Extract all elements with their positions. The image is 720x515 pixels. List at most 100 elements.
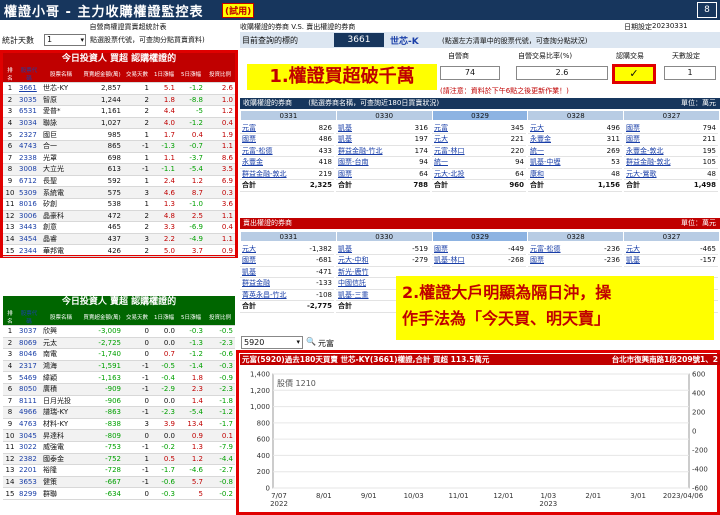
broker-search-input[interactable]: 5920 ▾ <box>241 336 303 349</box>
date-tab[interactable]: 0327 <box>623 231 720 242</box>
buy-row[interactable]: 8 3008 大立光 613 -1 -1.1 -5.4 3.5 <box>3 163 235 176</box>
sell-row[interactable]: 2 8069 元太 -2,725 0 0.0 -1.3 -2.3 <box>3 337 235 350</box>
stock-code-link[interactable]: 3454 <box>17 233 41 246</box>
broker-link[interactable]: 凱基 <box>336 133 404 146</box>
stock-code-link[interactable]: 5469 <box>17 371 41 384</box>
sell-row[interactable]: 4 2317 鴻海 -1,591 -1 -0.5 -1.4 -0.3 <box>3 360 235 373</box>
date-tab[interactable]: 0330 <box>335 110 433 121</box>
stock-code-link[interactable]: 8016 <box>17 198 41 211</box>
buy-row[interactable]: 3 6531 愛普* 1,161 2 4.4 -5 1.2 <box>3 105 235 118</box>
stock-code-link[interactable]: 2338 <box>17 152 41 165</box>
date-tab[interactable]: 0329 <box>431 110 529 121</box>
broker-link[interactable]: 群益金融-敦北 <box>240 168 302 180</box>
stock-code-link[interactable]: 2317 <box>17 360 41 373</box>
broker-link[interactable]: 凱基 <box>336 243 396 255</box>
broker-link[interactable]: 元大 <box>432 133 494 146</box>
stock-code-link[interactable]: 2327 <box>17 128 41 141</box>
buy-row[interactable]: 11 8016 矽創 538 1 1.3 -1.0 3.6 <box>3 198 235 211</box>
stock-code-link[interactable]: 2382 <box>17 453 41 466</box>
stock-code-link[interactable]: 6712 <box>17 175 41 188</box>
stock-code[interactable]: 3661 <box>334 33 384 47</box>
sell-row[interactable]: 13 2201 裕隆 -728 -1 -1.7 -4.6 -2.7 <box>3 464 235 477</box>
broker-link[interactable]: 元大 <box>624 243 669 255</box>
date-tab[interactable]: 0331 <box>240 231 337 242</box>
broker-link[interactable]: 元富 <box>240 122 302 134</box>
broker-link[interactable]: 凱基-三重 <box>336 289 396 301</box>
broker-link[interactable]: 元大-北投 <box>432 168 494 180</box>
buy-row[interactable]: 6 4743 合一 865 -1 -1.3 -0.7 1.1 <box>3 140 235 153</box>
broker-link[interactable]: 凱基 <box>336 122 404 134</box>
buy-row[interactable]: 15 2344 華邦電 426 2 5.0 3.7 0.9 <box>3 244 235 257</box>
broker-link[interactable]: 凱基 <box>624 254 669 267</box>
sell-row[interactable]: 10 3045 昇達科 -809 0 0.0 0.9 0.1 <box>3 429 235 442</box>
broker-link[interactable]: 國票 <box>240 254 299 267</box>
broker-link[interactable]: 凱基 <box>240 266 299 278</box>
buy-row[interactable]: 14 3454 晶睿 437 3 2.2 -4.9 1.1 <box>3 233 235 246</box>
stock-code-link[interactable]: 3008 <box>17 163 41 176</box>
date-tab[interactable]: 0327 <box>623 110 720 121</box>
broker-link[interactable]: 國票 <box>432 243 492 255</box>
sell-row[interactable]: 5 5469 緯穎 -1,163 -1 -0.4 1.8 -0.9 <box>3 371 235 384</box>
sell-row[interactable]: 8 4966 譜瑞-KY -863 -1 -2.3 -5.4 -1.2 <box>3 406 235 419</box>
buy-row[interactable]: 1 3661 世芯-KY 2,857 1 5.1 -1.2 2.6 <box>3 82 235 95</box>
sell-row[interactable]: 12 2382 國泰金 -752 1 0.5 1.2 -4.4 <box>3 453 235 466</box>
broker-link[interactable]: 統一 <box>432 156 494 169</box>
call-checkbox[interactable]: ✓ <box>612 64 656 84</box>
broker-link[interactable]: 新光-鹿竹 <box>336 266 396 278</box>
sell-row[interactable]: 15 8299 群聯 -634 0 -0.3 5 -0.2 <box>3 487 235 500</box>
buy-row[interactable]: 4 3034 聯詠 1,027 2 4.0 -1.2 0.4 <box>3 117 235 130</box>
broker-link[interactable]: 國票 <box>624 133 686 146</box>
stock-code-link[interactable]: 4966 <box>17 406 41 419</box>
broker-link[interactable]: 中國信託 <box>336 277 396 290</box>
date-tab[interactable]: 0330 <box>335 231 433 242</box>
stock-code-link[interactable]: 5309 <box>17 186 41 199</box>
broker-link[interactable]: 國票 <box>624 122 686 134</box>
stock-code-link[interactable]: 2344 <box>17 244 41 257</box>
stock-code-link[interactable]: 6531 <box>17 105 41 118</box>
sell-row[interactable]: 9 4763 材料-KY -838 3 3.9 13.4 -1.7 <box>3 418 235 431</box>
broker-link[interactable]: 元大 <box>528 122 582 134</box>
date-tab[interactable]: 0328 <box>527 231 625 242</box>
stock-code-link[interactable]: 4743 <box>17 140 41 153</box>
stock-code-link[interactable]: 8111 <box>17 395 41 408</box>
broker-link[interactable]: 永豐金 <box>240 156 302 169</box>
broker-link[interactable]: 統一 <box>528 145 582 157</box>
broker-link[interactable]: 元富-松德 <box>528 243 588 255</box>
date-tab[interactable]: 0329 <box>431 231 529 242</box>
broker-link[interactable]: 永豐金 <box>528 133 582 146</box>
stock-code-link[interactable]: 3037 <box>17 325 41 338</box>
broker-link[interactable]: 元大-鶯歌 <box>624 168 686 180</box>
stock-code-link[interactable]: 3661 <box>17 82 41 95</box>
broker-link[interactable]: 凱基-中壢 <box>528 156 582 169</box>
search-icon[interactable]: 🔍 <box>306 337 316 346</box>
buy-row[interactable]: 2 3035 智原 1,244 2 1.8 -8.8 1.0 <box>3 94 235 107</box>
broker-link[interactable]: 菁英永昌-竹北 <box>240 289 299 301</box>
stock-code-link[interactable]: 3006 <box>17 210 41 223</box>
buy-row[interactable]: 9 6712 長聖 592 1 2.4 1.2 6.9 <box>3 175 235 188</box>
stock-code-link[interactable]: 8069 <box>17 337 41 350</box>
date-value[interactable]: 20230331 <box>652 22 688 30</box>
broker-link[interactable]: 國票 <box>528 254 588 267</box>
stock-code-link[interactable]: 3035 <box>17 94 41 107</box>
stock-code-link[interactable]: 3443 <box>17 221 41 234</box>
broker-link[interactable]: 永豐金-敦北 <box>624 145 686 157</box>
sell-row[interactable]: 14 3653 健策 -667 -1 -0.6 5.7 -0.8 <box>3 476 235 489</box>
broker-link[interactable]: 群益金融-敦北 <box>624 156 686 169</box>
broker-link[interactable]: 群益金融 <box>240 277 299 290</box>
buy-row[interactable]: 5 2327 國巨 985 1 1.7 0.4 1.9 <box>3 128 235 141</box>
stock-code-link[interactable]: 2201 <box>17 464 41 477</box>
sell-row[interactable]: 6 8050 廣積 -909 -1 -2.9 2.3 -2.3 <box>3 383 235 396</box>
broker-link[interactable]: 國票 <box>336 168 404 180</box>
stock-code-link[interactable]: 8050 <box>17 383 41 396</box>
date-tab[interactable]: 0331 <box>240 110 337 121</box>
stock-code-link[interactable]: 3045 <box>17 429 41 442</box>
sell-row[interactable]: 3 8046 南電 -1,740 0 0.7 -1.2 -0.6 <box>3 348 235 361</box>
stock-code-link[interactable]: 8046 <box>17 348 41 361</box>
stock-code-link[interactable]: 3653 <box>17 476 41 489</box>
buy-row[interactable]: 10 5309 系統電 575 3 4.6 8.7 0.3 <box>3 186 235 199</box>
broker-link[interactable]: 群益金融-竹北 <box>336 145 404 157</box>
date-tab[interactable]: 0328 <box>527 110 625 121</box>
stock-code-link[interactable]: 4763 <box>17 418 41 431</box>
days-select[interactable]: 1 ▾ <box>44 34 86 46</box>
broker-link[interactable]: 元富-林口 <box>432 145 494 157</box>
